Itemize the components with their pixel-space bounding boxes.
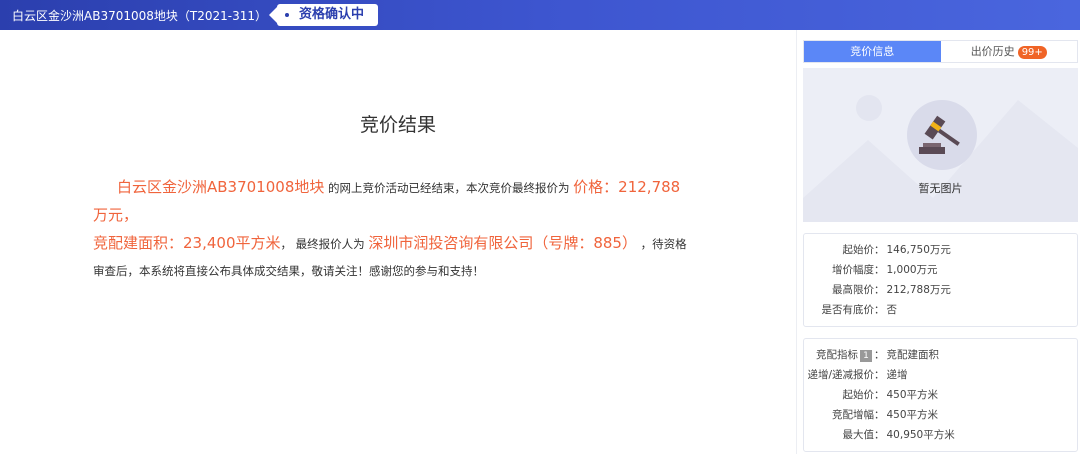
count-badge: 99+ (1017, 46, 1047, 59)
sidebar-tabs: 竞价信息 出价历史 99+ (803, 40, 1078, 63)
divider (796, 30, 797, 454)
dot-icon (285, 13, 289, 17)
result-paragraph: 白云区金沙洲AB3701008地块 的网上竞价活动已经结束，本次竞价最终报价为 … (93, 178, 687, 278)
image-placeholder: 暂无图片 (803, 68, 1078, 222)
gavel-icon (907, 100, 977, 170)
no-image-label: 暂无图片 (918, 182, 963, 195)
info-row: 竞配指标 1：竞配建面积 (816, 349, 939, 362)
info-row: 竞配增幅： 450平方米 (832, 409, 939, 421)
info-row: 是否有底价：否 (821, 304, 898, 316)
tab-bid-info[interactable]: 竞价信息 (804, 41, 941, 62)
status-badge: 资格确认中 (268, 4, 379, 26)
sidebar: 竞价信息 出价历史 99+ 暂无图片 起始价： 146,750万元 增价幅度： 1,0… (803, 40, 1078, 452)
price-info-box: 起始价： 146,750万元 增价幅度： 1,000万元 最高限价： 212,788万… (803, 233, 1078, 327)
header-bar: 白云区金沙洲AB3701008地块（T2021-311） 资格确认中 (0, 0, 1080, 30)
info-row: 增价幅度： 1,000万元 (832, 264, 938, 276)
index-badge: 1 (860, 350, 872, 362)
info-row: 起始价： 450平方米 (842, 389, 939, 401)
page-title: 竞价结果 (359, 114, 436, 136)
info-row: 最高限价： 212,788万元 (832, 284, 951, 296)
info-row: 起始价： 146,750万元 (842, 244, 951, 256)
allocation-info-box: 竞配指标 1：竞配建面积 递增/递减报价：递增 起始价： 450平方米 竞配增幅： 4… (803, 338, 1078, 452)
info-row: 递增/递减报价：递增 (807, 369, 908, 381)
info-row: 最大值： 40,950平方米 (842, 429, 955, 441)
tab-bid-history[interactable]: 出价历史 99+ (941, 41, 1078, 62)
parcel-title: 白云区金沙洲AB3701008地块（T2021-311） (12, 8, 267, 23)
